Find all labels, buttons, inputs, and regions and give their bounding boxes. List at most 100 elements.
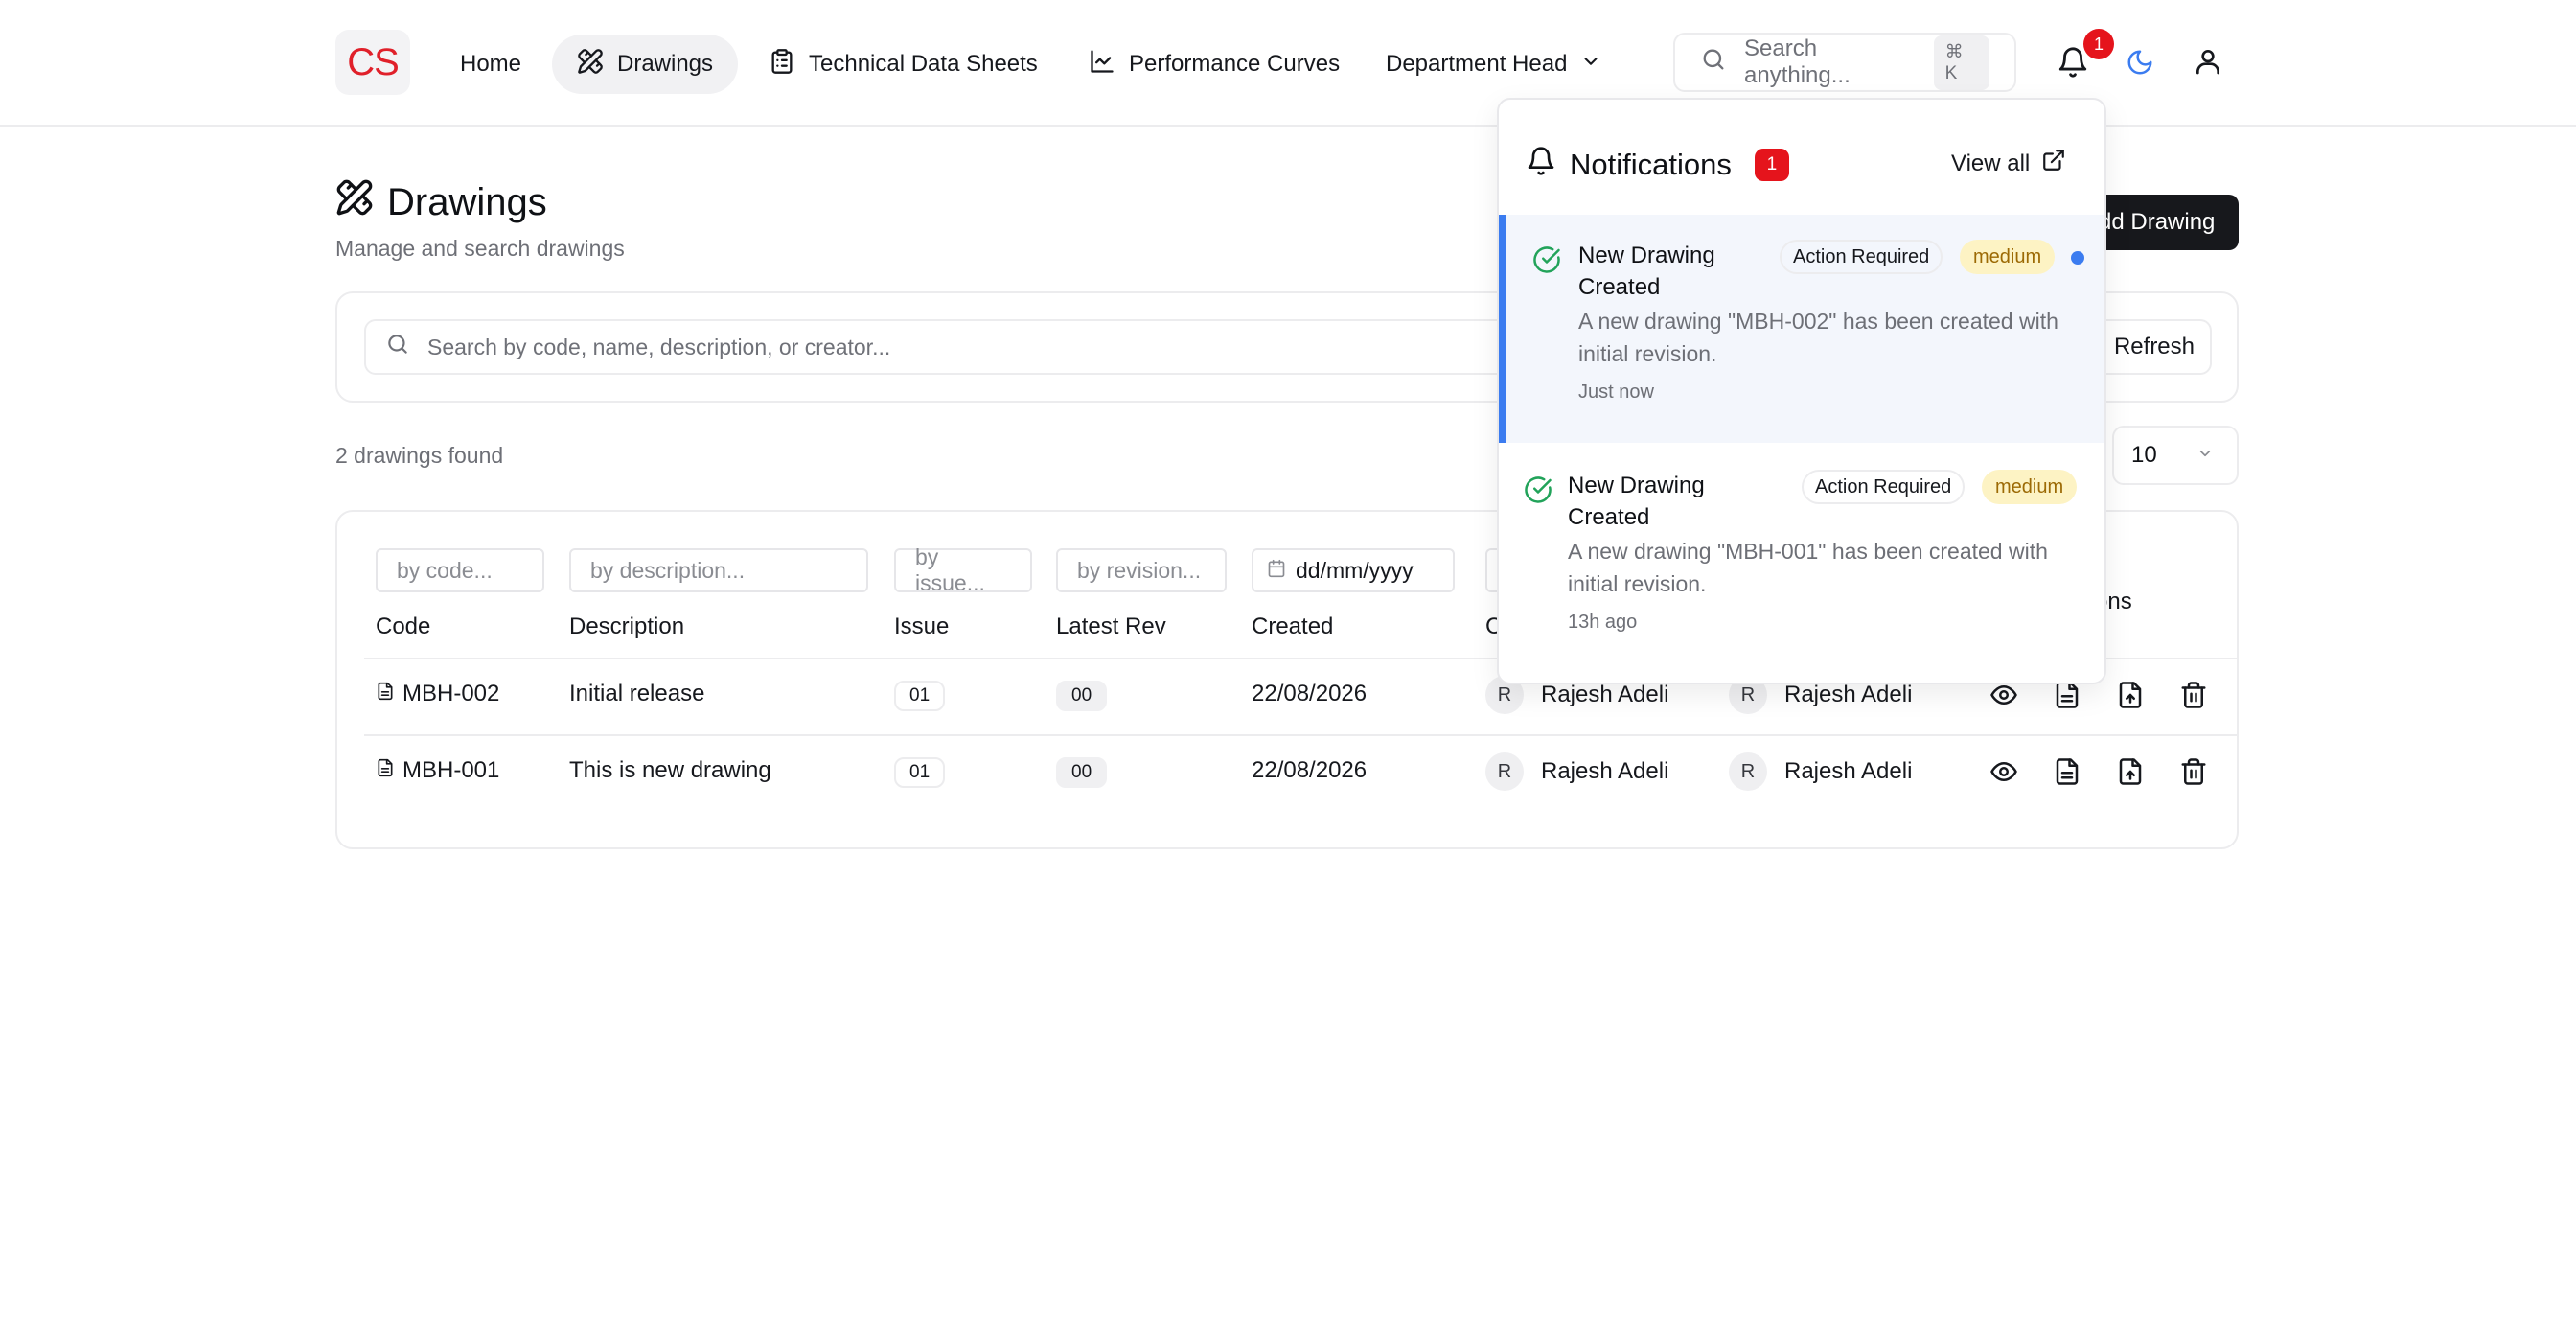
file-text-icon [376, 757, 395, 784]
notifications-header: Notifications 1 [1526, 146, 1789, 184]
notification-message: A new drawing "MBH-002" has been created… [1578, 309, 2058, 366]
nav-technical-data-sheets-label: Technical Data Sheets [809, 51, 1038, 77]
avatar: R [1485, 752, 1524, 791]
row-updated-by-name: Rajesh Adeli [1784, 682, 1913, 707]
nav-performance-curves[interactable]: Performance Curves [1064, 35, 1365, 94]
nav-department-head-label: Department Head [1386, 51, 1568, 77]
notification-priority-badge: medium [1982, 470, 2078, 504]
notifications-title: Notifications [1570, 148, 1732, 181]
row-divider [364, 734, 2239, 736]
results-count: 2 drawings found [335, 443, 504, 468]
filter-code-input[interactable]: by code... [376, 548, 544, 592]
filter-created-date-input[interactable]: dd/mm/yyyy [1252, 548, 1455, 592]
drawing-search-input[interactable]: Search by code, name, description, or cr… [364, 319, 1514, 375]
check-circle-icon [1532, 245, 1561, 274]
add-drawing-button[interactable]: dd Drawing [2085, 195, 2239, 250]
check-circle-icon [1524, 475, 1552, 504]
nav-department-head-dropdown[interactable]: Department Head [1361, 35, 1626, 94]
filter-description-placeholder: by description... [590, 557, 746, 583]
notification-time: Just now [1578, 382, 1654, 403]
page-size-select[interactable]: 10 [2112, 426, 2239, 485]
notifications-dropdown: Notifications 1 View all New Drawing Cre… [1497, 98, 2106, 684]
column-header-code[interactable]: Code [376, 613, 430, 640]
filter-revision-input[interactable]: by revision... [1056, 548, 1227, 592]
external-link-icon [2041, 148, 2066, 179]
notification-item[interactable]: New Drawing Created Action Required medi… [1499, 215, 2104, 443]
notifications-count-badge: 1 [1754, 149, 1789, 181]
refresh-button[interactable]: Refresh [2099, 319, 2212, 375]
nav-drawings-label: Drawings [617, 51, 714, 77]
search-icon [1700, 46, 1727, 80]
unread-indicator-dot [2071, 251, 2084, 265]
row-issue-badge: 01 [894, 757, 946, 788]
chevron-down-icon [1580, 51, 1601, 79]
nav-performance-curves-label: Performance Curves [1129, 51, 1341, 77]
row-issue-badge: 01 [894, 681, 946, 711]
page-title-text: Drawings [387, 180, 547, 223]
moon-icon[interactable] [2126, 48, 2154, 77]
row-code[interactable]: MBH-001 [376, 757, 499, 784]
row-created-by-name: Rajesh Adeli [1541, 758, 1669, 784]
clipboard-icon [769, 48, 795, 81]
page-size-value: 10 [2131, 442, 2157, 468]
search-icon [385, 332, 410, 362]
row-created-by: R Rajesh Adeli [1485, 752, 1668, 791]
row-code[interactable]: MBH-002 [376, 681, 499, 707]
notification-item[interactable]: New Drawing Created Action Required medi… [1499, 445, 2104, 673]
view-all-notifications-link[interactable]: View all [1951, 148, 2066, 179]
row-updated-by: R Rajesh Adeli [1729, 752, 1912, 791]
row-revision-badge: 00 [1056, 757, 1108, 788]
pencil-ruler-icon [577, 48, 604, 81]
column-header-description[interactable]: Description [569, 613, 684, 640]
nav-home[interactable]: Home [435, 35, 546, 94]
column-header-latest-rev[interactable]: Latest Rev [1056, 613, 1166, 640]
chevron-down-icon [2196, 442, 2214, 469]
column-header-created[interactable]: Created [1252, 613, 1333, 640]
pencil-ruler-icon [335, 178, 374, 226]
filter-revision-placeholder: by revision... [1077, 557, 1202, 583]
top-navigation-bar: CS Home Drawings Technical Data Sheets P… [0, 0, 2576, 127]
file-up-icon[interactable] [2116, 757, 2145, 786]
filter-created-date-value: dd/mm/yyyy [1296, 557, 1414, 583]
column-header-issue[interactable]: Issue [894, 613, 949, 640]
view-all-label: View all [1951, 150, 2031, 176]
row-revision-badge: 00 [1056, 681, 1108, 711]
nav-technical-data-sheets[interactable]: Technical Data Sheets [744, 35, 1063, 94]
filter-issue-input[interactable]: by issue... [894, 544, 1032, 595]
filter-description-input[interactable]: by description... [569, 548, 868, 592]
user-icon[interactable] [2193, 46, 2223, 77]
file-up-icon[interactable] [2116, 681, 2145, 709]
page-subtitle: Manage and search drawings [335, 236, 625, 261]
notification-time: 13h ago [1568, 612, 1638, 633]
bell-icon [1526, 146, 1556, 184]
avatar: R [1729, 752, 1767, 791]
trash-icon[interactable] [2179, 681, 2208, 709]
row-created-date: 22/08/2026 [1252, 757, 1368, 783]
eye-icon[interactable] [1990, 757, 2018, 786]
file-text-icon [376, 681, 395, 707]
notification-message: A new drawing "MBH-001" has been created… [1568, 539, 2048, 596]
search-shortcut-hint: ⌘ K [1933, 35, 1990, 90]
filter-issue-placeholder: by issue... [915, 544, 985, 595]
page-title: Drawings [335, 178, 547, 226]
nav-home-label: Home [460, 51, 522, 77]
calendar-icon [1267, 558, 1286, 584]
global-search-input[interactable]: Search anything... ⌘ K [1673, 33, 2016, 92]
row-description: This is new drawing [569, 757, 771, 783]
file-text-icon[interactable] [2053, 757, 2082, 786]
row-created-date: 22/08/2026 [1252, 681, 1368, 706]
trash-icon[interactable] [2179, 757, 2208, 786]
file-text-icon[interactable] [2053, 681, 2082, 709]
notification-tag: Action Required [1780, 240, 1944, 274]
app-logo[interactable]: CS [335, 30, 410, 95]
drawing-search-placeholder: Search by code, name, description, or cr… [427, 334, 891, 359]
row-code-text: MBH-001 [402, 757, 500, 783]
notification-priority-badge: medium [1960, 240, 2056, 274]
nav-drawings[interactable]: Drawings [552, 35, 739, 94]
row-code-text: MBH-002 [402, 681, 500, 706]
row-description: Initial release [569, 681, 705, 706]
notification-tag: Action Required [1802, 470, 1966, 504]
line-chart-icon [1089, 48, 1116, 81]
row-created-by-name: Rajesh Adeli [1541, 682, 1669, 707]
eye-icon[interactable] [1990, 681, 2018, 709]
